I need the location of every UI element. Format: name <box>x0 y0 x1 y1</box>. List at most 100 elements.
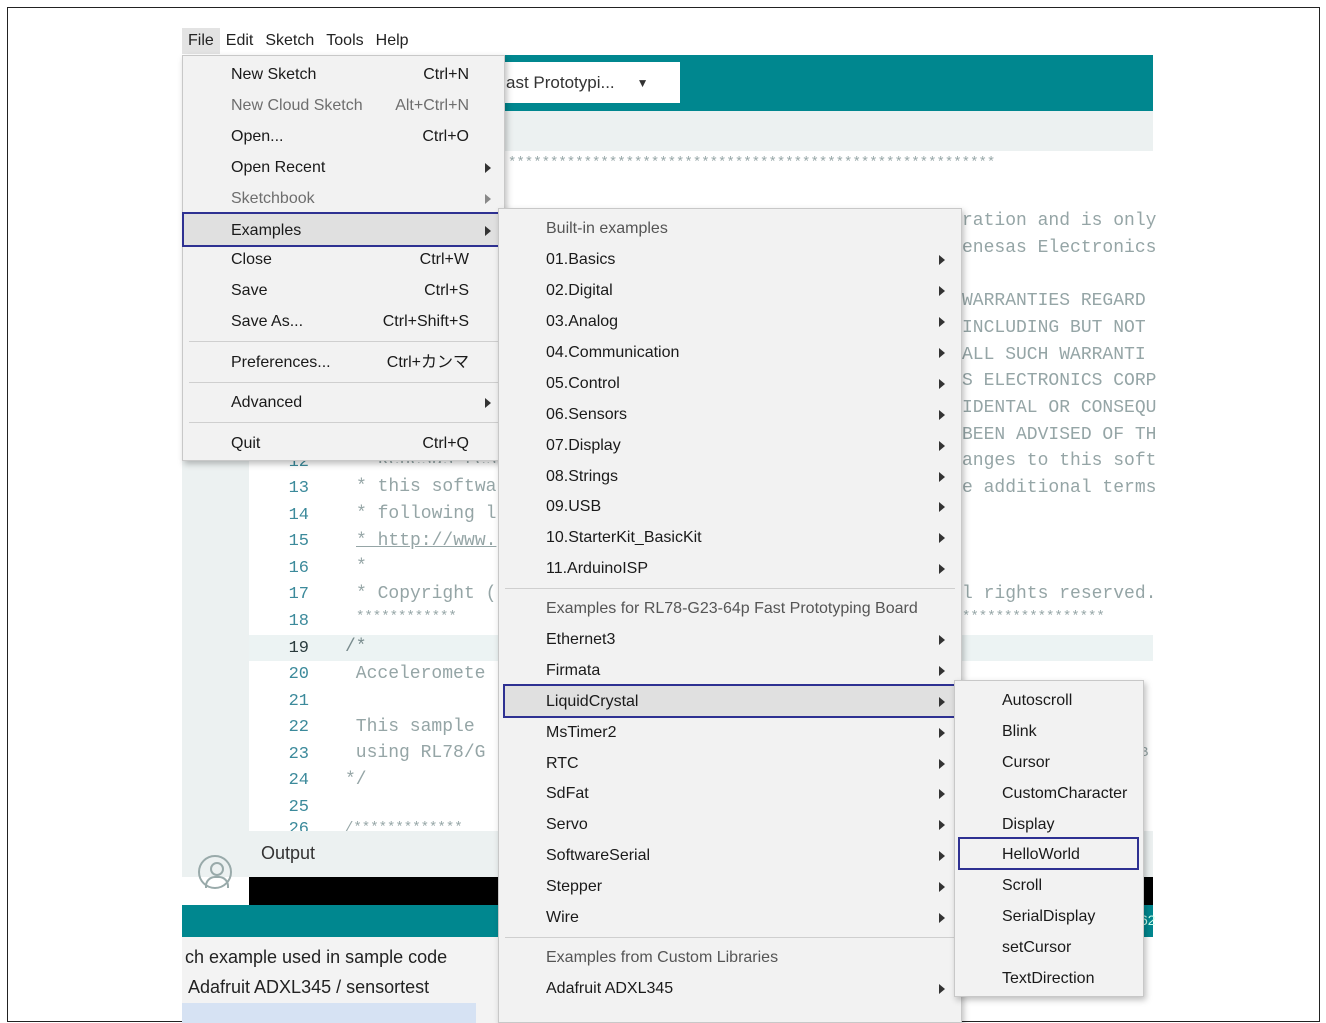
code-text: * Copyright ( <box>356 584 497 604</box>
menu-item-library[interactable]: Servo <box>499 809 961 840</box>
menu-item-library[interactable]: Firmata <box>499 655 961 686</box>
menu-item-example-category[interactable]: 03.Analog <box>499 306 961 337</box>
menu-item-sketch-example[interactable]: Blink <box>955 716 1143 747</box>
menu-item-sketch-example[interactable]: SerialDisplay <box>955 901 1143 932</box>
menu-item-library[interactable]: Adafruit ADXL345 <box>499 973 961 1004</box>
menu-item-example-category[interactable]: 07.Display <box>499 430 961 461</box>
background-text: Adafruit ADXL345 / sensortest <box>188 977 430 997</box>
menu-item-sketch-example[interactable]: Cursor <box>955 747 1143 778</box>
menu-item-sketch-example[interactable]: Display <box>955 809 1143 840</box>
menu-item-label: Ethernet3 <box>546 631 616 648</box>
menu-item-library[interactable]: RTC <box>499 748 961 779</box>
menu-item-label: SoftwareSerial <box>546 847 651 864</box>
code-text: * this softwa <box>356 477 497 497</box>
menu-item-preferences[interactable]: Preferences... Ctrl+カンマ <box>183 347 504 378</box>
chevron-right-icon <box>939 913 945 923</box>
menu-item-liquidcrystal[interactable]: LiquidCrystal <box>503 684 959 718</box>
menu-item-helloworld[interactable]: HelloWorld <box>958 837 1139 870</box>
chevron-right-icon <box>939 348 945 358</box>
menu-item-library[interactable]: Wire <box>499 902 961 933</box>
line-number: 21 <box>288 692 309 711</box>
menu-item-example-category[interactable]: 10.StarterKit_BasicKit <box>499 522 961 553</box>
code-text: ALL SUCH WARRANTI <box>962 345 1146 365</box>
code-text: /************* <box>345 820 463 831</box>
menu-tools[interactable]: Tools <box>320 28 369 54</box>
menu-item-close[interactable]: Close Ctrl+W <box>183 244 504 275</box>
menu-item-label: 01.Basics <box>546 251 616 268</box>
menu-item-library[interactable]: MsTimer2 <box>499 717 961 748</box>
menu-item-sketch-example[interactable]: CustomCharacter <box>955 778 1143 809</box>
account-avatar-icon[interactable] <box>198 855 232 889</box>
menu-item-advanced[interactable]: Advanced <box>183 387 504 418</box>
file-menu: New Sketch Ctrl+N New Cloud Sketch Alt+C… <box>182 55 505 461</box>
menu-item-example-category[interactable]: 11.ArduinoISP <box>499 553 961 584</box>
menu-separator <box>189 382 498 383</box>
menu-item-examples[interactable]: Examples <box>182 212 500 247</box>
chevron-right-icon <box>939 984 945 994</box>
code-text: BEEN ADVISED OF TH <box>962 425 1157 445</box>
menu-item-sketchbook[interactable]: Sketchbook <box>183 183 504 214</box>
menu-item-label: New Cloud Sketch <box>231 97 363 114</box>
menu-item-library[interactable]: Stepper <box>499 871 961 902</box>
menu-item-label: Servo <box>546 816 588 833</box>
liquidcrystal-submenu: Autoscroll Blink Cursor CustomCharacter … <box>954 680 1144 997</box>
menu-item-save[interactable]: Save Ctrl+S <box>183 275 504 306</box>
menu-item-library[interactable]: Ethernet3 <box>499 624 961 655</box>
menu-item-open[interactable]: Open... Ctrl+O <box>183 121 504 152</box>
code-text: * following l <box>356 504 497 524</box>
menu-item-example-category[interactable]: 08.Strings <box>499 461 961 492</box>
menu-item-example-category[interactable]: 02.Digital <box>499 275 961 306</box>
menu-item-label: Open Recent <box>231 159 326 176</box>
menu-item-example-category[interactable]: 04.Communication <box>499 337 961 368</box>
menu-item-example-category[interactable]: 06.Sensors <box>499 399 961 430</box>
menu-help[interactable]: Help <box>370 28 415 54</box>
menu-item-library[interactable]: SdFat <box>499 778 961 809</box>
menu-item-label: 03.Analog <box>546 313 619 330</box>
code-text: */ <box>345 770 367 790</box>
line-number: 16 <box>288 559 309 578</box>
menu-item-example-category[interactable]: 05.Control <box>499 368 961 399</box>
menu-item-new-sketch[interactable]: New Sketch Ctrl+N <box>183 59 504 90</box>
menu-item-label: Wire <box>546 909 579 926</box>
chevron-right-icon <box>939 317 945 327</box>
chevron-right-icon <box>485 398 491 408</box>
menu-item-label: Cursor <box>1002 754 1051 771</box>
menu-sketch[interactable]: Sketch <box>259 28 320 54</box>
code-link[interactable]: * http://www. <box>356 531 496 551</box>
code-text: /* <box>345 637 367 657</box>
menu-item-label: 04.Communication <box>546 344 680 361</box>
menu-item-new-cloud-sketch[interactable]: New Cloud Sketch Alt+Ctrl+N <box>183 90 504 121</box>
line-number: 15 <box>288 532 309 551</box>
menu-item-label: Display <box>1002 816 1055 833</box>
line-number: 13 <box>288 479 309 498</box>
menu-item-label: setCursor <box>1002 939 1072 956</box>
menu-item-label: New Sketch <box>231 66 317 83</box>
output-label: Output <box>261 843 316 863</box>
menu-item-sketch-example[interactable]: Autoscroll <box>955 685 1143 716</box>
menu-item-example-category[interactable]: 01.Basics <box>499 244 961 275</box>
menu-item-label: Quit <box>231 435 261 452</box>
menu-edit[interactable]: Edit <box>220 28 260 54</box>
menu-item-label: Save <box>231 282 268 299</box>
menu-item-label: Sketchbook <box>231 190 315 207</box>
menu-item-sketch-example[interactable]: setCursor <box>955 932 1143 963</box>
menu-item-save-as[interactable]: Save As... Ctrl+Shift+S <box>183 306 504 337</box>
menu-separator <box>189 341 498 342</box>
menu-item-sketch-example[interactable]: TextDirection <box>955 963 1143 994</box>
menu-item-sketch-example[interactable]: Scroll <box>955 870 1143 901</box>
board-selector[interactable]: ast Prototypi... ▼ <box>498 62 680 103</box>
menu-item-example-category[interactable]: 09.USB <box>499 491 961 522</box>
code-text: ****************************************… <box>508 155 996 171</box>
menu-file[interactable]: File <box>182 28 220 54</box>
menu-item-library[interactable]: SoftwareSerial <box>499 840 961 871</box>
code-text: IDENTAL OR CONSEQU <box>962 398 1157 418</box>
tab-bar <box>498 111 1153 151</box>
chevron-right-icon <box>939 286 945 296</box>
menu-item-label: Save As... <box>231 313 304 330</box>
menu-item-open-recent[interactable]: Open Recent <box>183 152 504 183</box>
menu-item-quit[interactable]: Quit Ctrl+Q <box>183 428 504 459</box>
code-text: * <box>356 557 367 577</box>
menu-item-label: RTC <box>546 755 579 772</box>
chevron-right-icon <box>939 379 945 389</box>
code-text: WARRANTIES REGARD <box>962 291 1146 311</box>
